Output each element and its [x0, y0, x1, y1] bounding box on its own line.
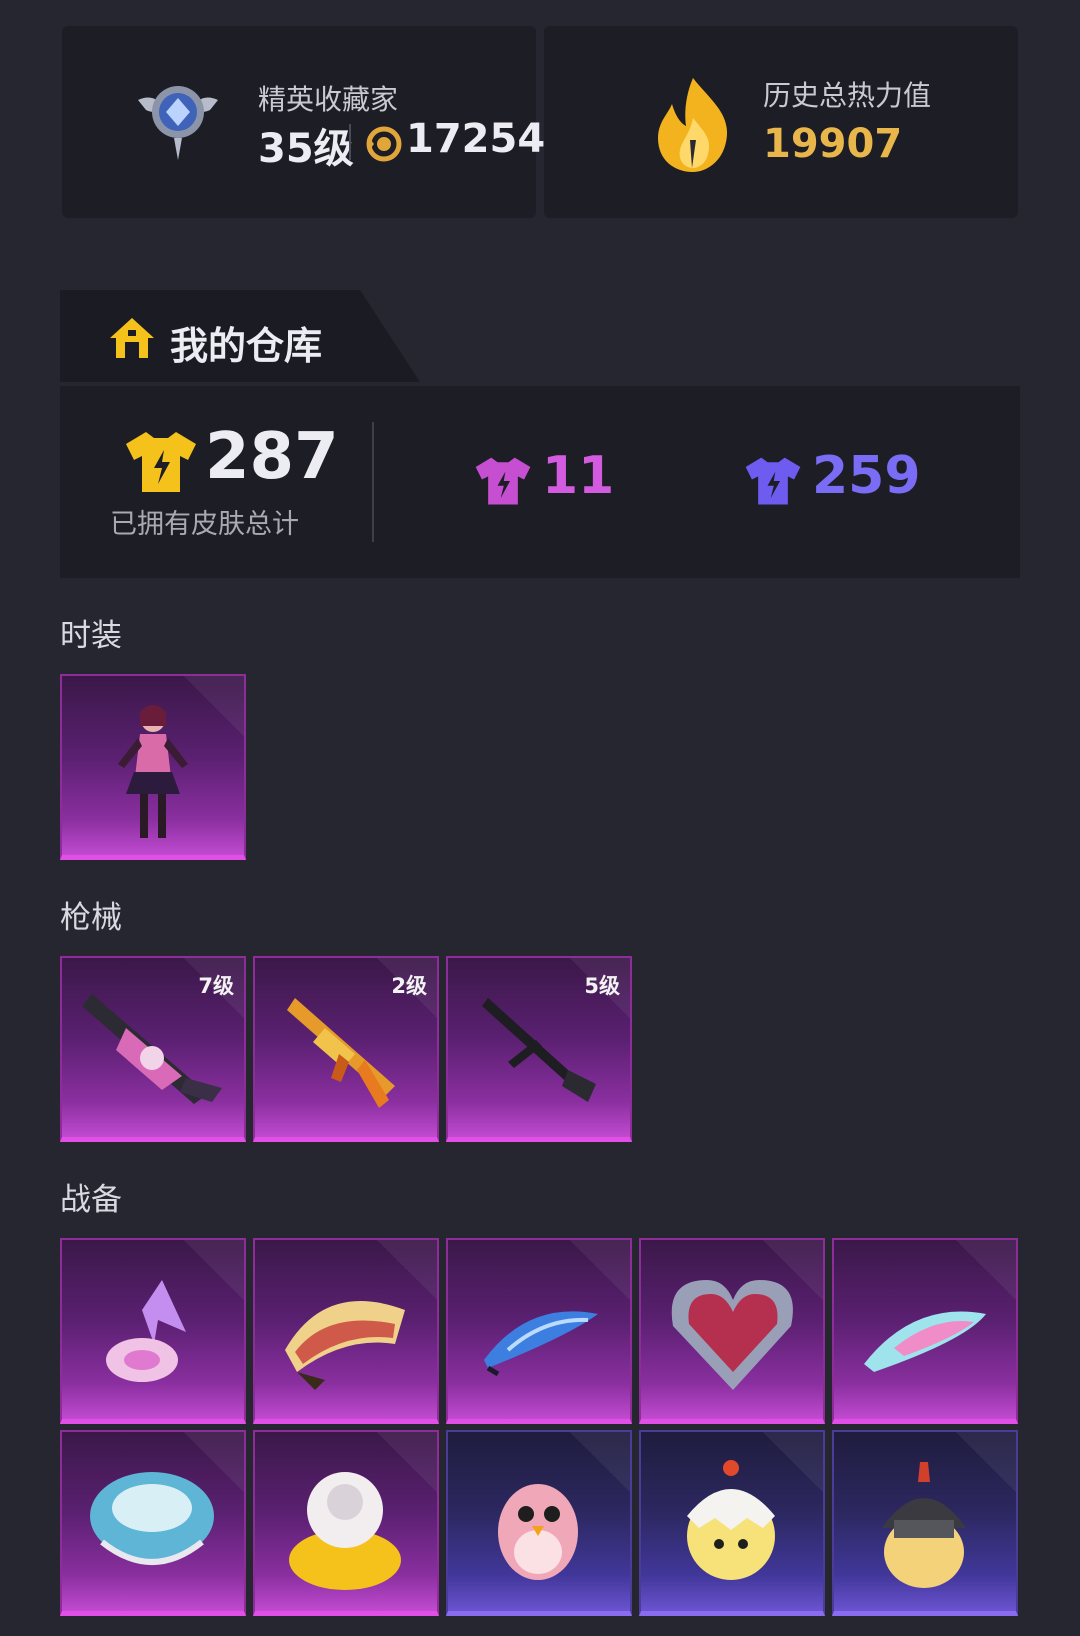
painted-parachute-icon: [285, 1301, 405, 1390]
blue-shirt-icon: [745, 457, 801, 505]
section-label-outfits: 时装: [60, 618, 122, 654]
purple-skin-count: 11: [542, 446, 615, 506]
character-outfit-icon: [118, 705, 188, 838]
collector-level: 35级: [258, 126, 354, 172]
heart-parachute-icon: [671, 1280, 793, 1390]
gear-tile-7[interactable]: [253, 1430, 439, 1616]
rifle-anime-icon: [82, 994, 222, 1104]
pink-bird-figure-icon: [498, 1484, 578, 1580]
weapon-level: 5级: [584, 974, 620, 998]
outfit-tile[interactable]: [60, 674, 246, 860]
weapon-level: 7级: [198, 974, 234, 998]
warehouse-title: 我的仓库: [170, 324, 323, 368]
score-medal-icon: [366, 126, 402, 162]
gear-tile-10[interactable]: [832, 1430, 1018, 1616]
purple-shirt-icon: [475, 457, 531, 505]
gear-tile-6[interactable]: [60, 1430, 246, 1616]
gear-tile-8[interactable]: [446, 1430, 632, 1616]
gear-tile-5[interactable]: [832, 1238, 1018, 1424]
pink-cyan-parachute-icon: [864, 1311, 986, 1372]
round-parachute-icon: [90, 1472, 214, 1565]
egg-chick-figure-icon: [687, 1460, 775, 1580]
divider: [349, 124, 351, 160]
gold-shirt-icon: [126, 432, 196, 492]
collector-title: 精英收藏家: [258, 83, 399, 116]
total-skin-count: 287: [205, 420, 339, 494]
rifle-gold-icon: [287, 998, 395, 1108]
blue-skin-count: 259: [812, 446, 921, 506]
heat-label: 历史总热力值: [763, 79, 932, 112]
weapon-tile-3[interactable]: 5级: [446, 956, 632, 1142]
sheep-parachute-icon: [289, 1472, 401, 1590]
gear-tile-2[interactable]: [253, 1238, 439, 1424]
flame-icon: [658, 78, 728, 172]
gear-tile-1[interactable]: [60, 1238, 246, 1424]
stats-divider: [372, 422, 374, 542]
blue-parachute-icon: [484, 1311, 598, 1377]
helmet-chick-figure-icon: [882, 1462, 966, 1588]
house-icon: [110, 318, 154, 358]
collector-score: 17254: [406, 116, 546, 162]
weapon-tile-2[interactable]: 2级: [253, 956, 439, 1142]
weapon-level: 2级: [391, 974, 427, 998]
gear-tile-3[interactable]: [446, 1238, 632, 1424]
crystal-candy-parachute-icon: [106, 1280, 186, 1382]
total-skin-label: 已拥有皮肤总计: [110, 509, 299, 540]
gear-tile-9[interactable]: [639, 1430, 825, 1616]
section-label-weapons: 枪械: [60, 900, 122, 936]
heat-value: 19907: [763, 121, 903, 167]
collector-badge-icon: [138, 86, 218, 160]
weapon-tile-1[interactable]: 7级: [60, 956, 246, 1142]
heat-card[interactable]: 历史总热力值 19907: [544, 26, 1018, 218]
collector-card[interactable]: 精英收藏家 35级 17254: [62, 26, 545, 218]
machine-gun-icon: [482, 998, 596, 1102]
skin-stats-panel: 287 已拥有皮肤总计 11 259: [60, 386, 1020, 578]
section-label-gear: 战备: [60, 1182, 122, 1218]
gear-tile-4[interactable]: [639, 1238, 825, 1424]
